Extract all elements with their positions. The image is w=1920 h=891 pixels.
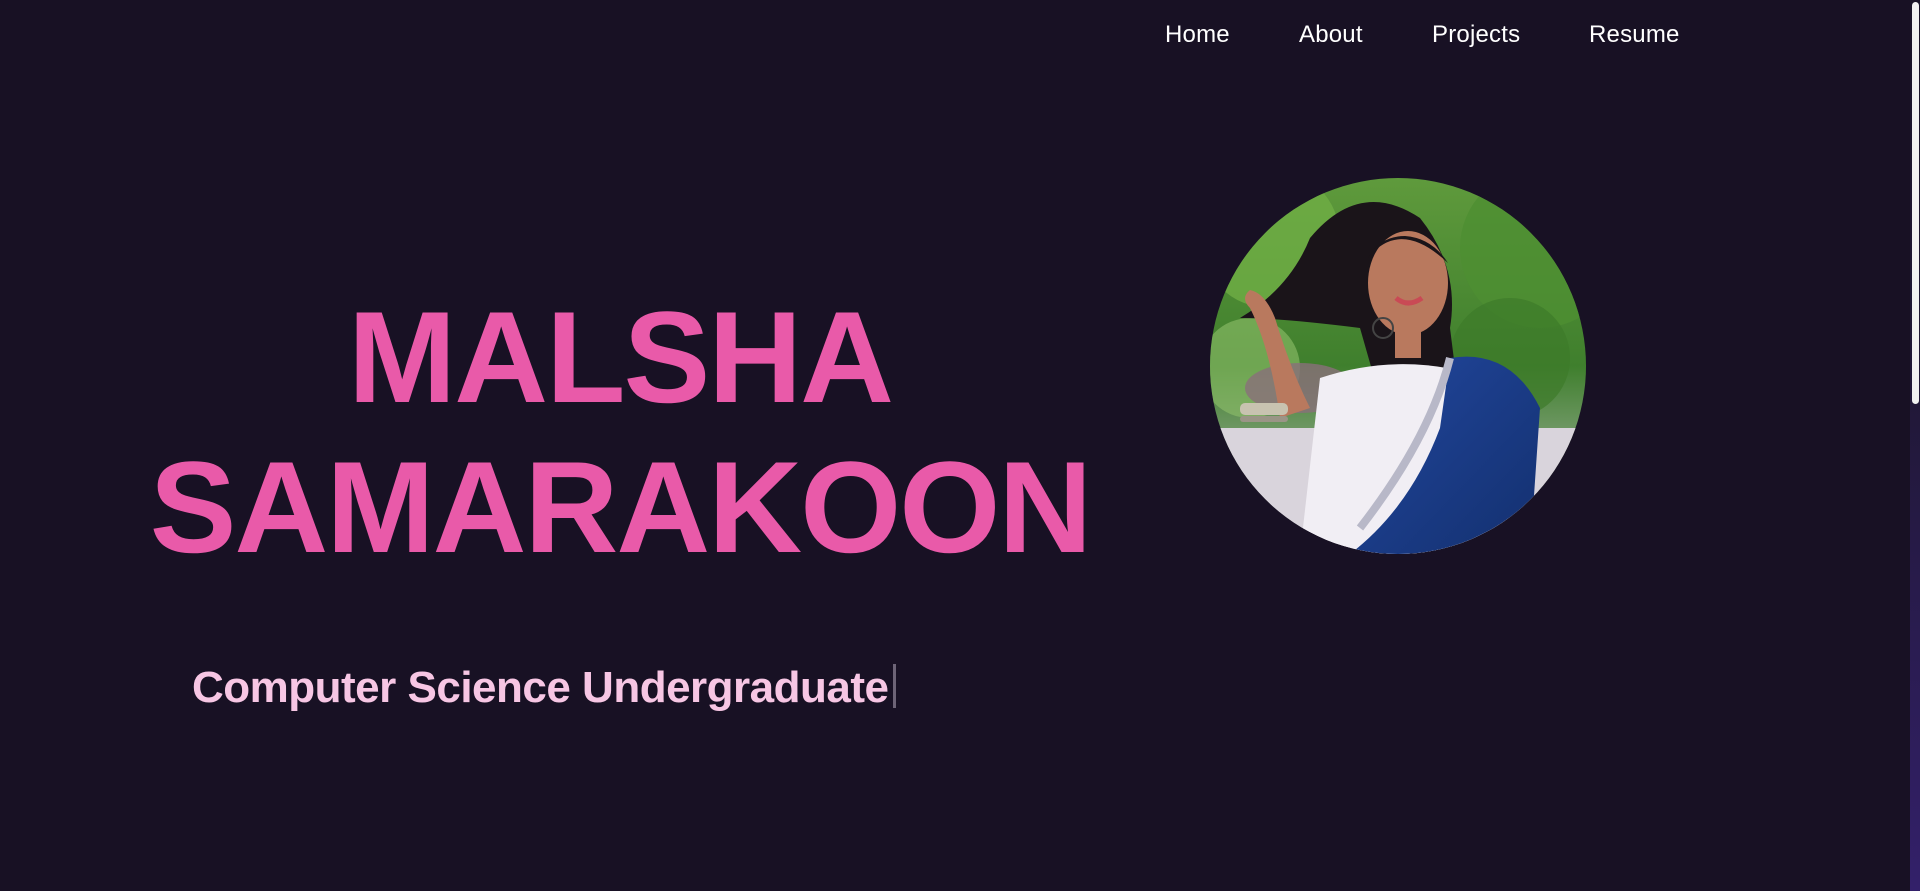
nav-link-home[interactable]: Home (1165, 21, 1230, 49)
profile-photo-image (1210, 178, 1586, 554)
hero-subtitle-container: Computer Science Undergraduate (192, 660, 896, 716)
typing-cursor (892, 664, 896, 708)
nav-link-resume[interactable]: Resume (1589, 21, 1680, 49)
hero-first-name: MALSHA (347, 284, 894, 430)
profile-photo (1210, 178, 1586, 554)
top-navigation: Home About Projects Resume (0, 0, 1910, 76)
nav-link-projects[interactable]: Projects (1432, 21, 1520, 49)
portfolio-page: Home About Projects Resume MALSHA SAMARA… (0, 0, 1920, 891)
nav-link-about[interactable]: About (1299, 21, 1363, 49)
hero-subtitle: Computer Science Undergraduate (192, 663, 889, 712)
page-scrollbar[interactable] (1910, 0, 1920, 891)
scrollbar-thumb[interactable] (1912, 2, 1919, 404)
hero-last-name: SAMARAKOON (149, 434, 1093, 580)
hero-name: MALSHA SAMARAKOON (120, 282, 1120, 582)
